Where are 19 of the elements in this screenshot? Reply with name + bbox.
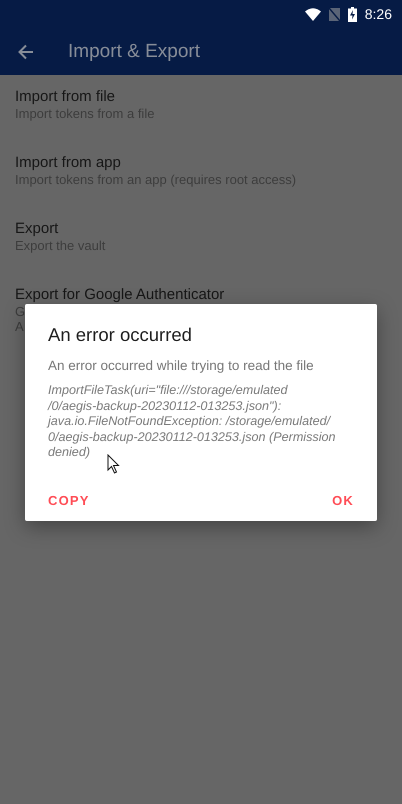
battery-charging-icon (348, 6, 357, 22)
item-title[interactable]: Export (15, 220, 58, 238)
clock: 8:26 (364, 6, 392, 22)
item-title[interactable]: Import from file (15, 88, 116, 106)
item-title[interactable]: Import from app (15, 154, 121, 172)
error-detail: ImportFileTask(uri="file:///storage/emulated (48, 383, 289, 398)
dialog-title: An error occurred (48, 324, 193, 346)
dialog-button[interactable]: COPY (40, 486, 98, 514)
dialog-button[interactable]: OK (324, 486, 362, 514)
item-title[interactable]: Export for Google Authenticator (15, 286, 224, 304)
screen-title: Import & Export (68, 40, 200, 62)
wifi-icon (304, 8, 321, 20)
error-detail: denied) (48, 445, 92, 460)
dialog-message: An error occurred while trying to read the file (48, 358, 315, 373)
no-signal-icon (328, 8, 340, 20)
error-detail: 0/aegis-backup-20230112-013253.json (Permission (48, 430, 337, 445)
mouse-pointer-icon (107, 454, 120, 474)
error-detail: java.io.FileNotFoundException: /storage/emulated/ (48, 414, 332, 430)
error-detail: /0/aegis-backup-20230112-013253.json"): (48, 398, 282, 414)
